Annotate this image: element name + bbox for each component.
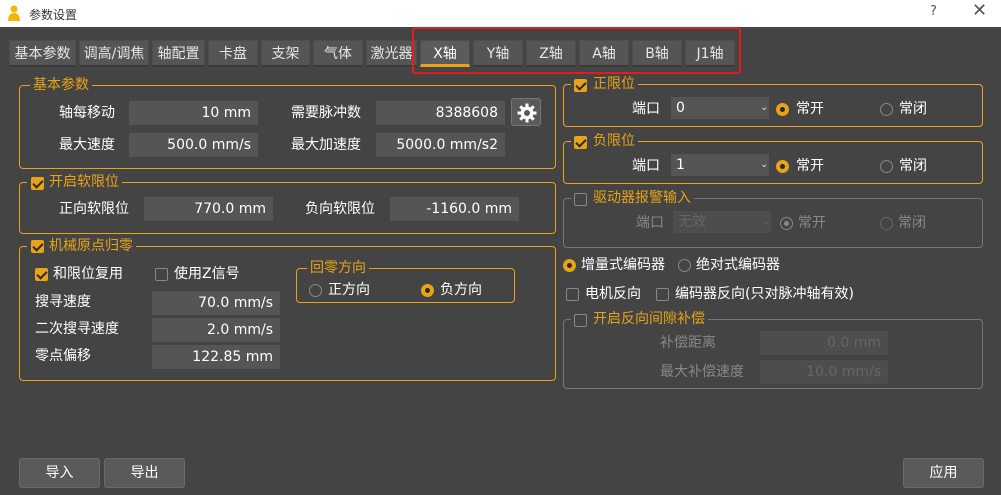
use-z-checkbox[interactable] bbox=[155, 268, 168, 281]
backlash-distance-field[interactable]: 0.0 mm bbox=[760, 331, 888, 355]
homing-checkbox[interactable] bbox=[31, 240, 44, 253]
driver-alarm-port-select[interactable]: 无效 bbox=[673, 211, 771, 233]
neg-limit-port-select[interactable]: 1 bbox=[671, 154, 769, 176]
pos-soft-limit-field[interactable]: 770.0 mm bbox=[144, 197, 273, 221]
search-speed-field[interactable]: 70.0 mm/s bbox=[152, 291, 280, 315]
incremental-encoder-radio[interactable] bbox=[563, 259, 576, 272]
neg-limit-nc-radio[interactable] bbox=[880, 160, 893, 173]
pos-limit-no-label: 常开 bbox=[796, 101, 824, 117]
encoder-reverse-checkbox[interactable] bbox=[656, 288, 669, 301]
help-button[interactable]: ? bbox=[930, 4, 937, 19]
neg-soft-limit-label: 负向软限位 bbox=[305, 201, 375, 217]
driver-alarm-legend: 驱动器报警输入 bbox=[571, 189, 694, 207]
pulses-field[interactable]: 8388608 bbox=[376, 101, 505, 125]
import-button[interactable]: 导入 bbox=[19, 458, 100, 488]
driver-alarm-nc-radio[interactable] bbox=[880, 217, 893, 230]
pos-limit-port-select[interactable]: 0 bbox=[671, 97, 769, 119]
tab-support[interactable]: 支架 bbox=[261, 40, 310, 67]
title-bar: 参数设置 ? ✕ bbox=[0, 0, 1001, 27]
max-accel-field[interactable]: 5000.0 mm/s2 bbox=[376, 133, 505, 157]
window-title: 参数设置 bbox=[29, 8, 78, 22]
neg-limit-port-label: 端口 bbox=[632, 158, 660, 174]
tab-gas[interactable]: 气体 bbox=[313, 40, 363, 67]
export-button[interactable]: 导出 bbox=[104, 458, 185, 488]
app-user-icon bbox=[8, 5, 20, 21]
neg-limit-no-label: 常开 bbox=[796, 158, 824, 174]
search-speed-label: 搜寻速度 bbox=[35, 294, 91, 310]
driver-alarm-checkbox[interactable] bbox=[574, 193, 587, 206]
second-speed-label: 二次搜寻速度 bbox=[35, 321, 119, 337]
backlash-distance-label: 补偿距离 bbox=[660, 335, 716, 351]
absolute-encoder-radio[interactable] bbox=[678, 259, 691, 272]
second-speed-field[interactable]: 2.0 mm/s bbox=[152, 318, 280, 342]
positive-direction-radio[interactable] bbox=[309, 284, 322, 297]
pulses-label: 需要脉冲数 bbox=[291, 105, 361, 121]
absolute-encoder-label: 绝对式编码器 bbox=[696, 257, 780, 273]
move-per-rev-label: 轴每移动 bbox=[59, 105, 115, 121]
pos-limit-port-label: 端口 bbox=[632, 101, 660, 117]
max-speed-label: 最大速度 bbox=[59, 137, 115, 153]
max-speed-field[interactable]: 500.0 mm/s bbox=[129, 133, 258, 157]
driver-alarm-no-label: 常开 bbox=[798, 215, 826, 231]
encoder-reverse-label: 编码器反向(只对脉冲轴有效) bbox=[675, 286, 854, 302]
homing-direction-legend: 回零方向 bbox=[307, 259, 369, 277]
apply-button[interactable]: 应用 bbox=[903, 458, 984, 488]
motor-reverse-label: 电机反向 bbox=[585, 286, 641, 302]
neg-limit-no-radio[interactable] bbox=[776, 160, 789, 173]
zero-offset-label: 零点偏移 bbox=[35, 348, 91, 364]
move-per-rev-field[interactable]: 10 mm bbox=[129, 101, 258, 125]
backlash-speed-label: 最大补偿速度 bbox=[660, 364, 744, 380]
chevron-down-icon: ⌄ bbox=[762, 216, 771, 227]
close-button[interactable]: ✕ bbox=[972, 0, 987, 21]
incremental-encoder-label: 增量式编码器 bbox=[581, 257, 665, 273]
tab-axis-config[interactable]: 轴配置 bbox=[152, 40, 205, 67]
positive-direction-label: 正方向 bbox=[328, 282, 370, 298]
max-accel-label: 最大加速度 bbox=[291, 137, 361, 153]
gear-icon bbox=[517, 103, 537, 123]
gear-button[interactable] bbox=[511, 98, 541, 126]
tab-chuck[interactable]: 卡盘 bbox=[208, 40, 258, 67]
tab-height-focus[interactable]: 调高/调焦 bbox=[79, 40, 149, 67]
driver-alarm-nc-label: 常闭 bbox=[898, 215, 926, 231]
motor-reverse-checkbox[interactable] bbox=[566, 288, 579, 301]
chevron-down-icon: ⌄ bbox=[760, 159, 769, 170]
pos-soft-limit-label: 正向软限位 bbox=[59, 201, 129, 217]
pos-limit-no-radio[interactable] bbox=[776, 103, 789, 116]
backlash-speed-field[interactable]: 10.0 mm/s bbox=[760, 360, 888, 384]
tab-laser[interactable]: 激光器 bbox=[366, 40, 417, 67]
use-z-label: 使用Z信号 bbox=[174, 266, 240, 282]
negative-direction-label: 负方向 bbox=[440, 282, 482, 298]
backlash-checkbox[interactable] bbox=[574, 314, 587, 327]
zero-offset-field[interactable]: 122.85 mm bbox=[152, 345, 280, 369]
neg-limit-nc-label: 常闭 bbox=[899, 158, 927, 174]
driver-alarm-no-radio[interactable] bbox=[780, 217, 793, 230]
neg-limit-checkbox[interactable] bbox=[574, 136, 587, 149]
pos-limit-nc-label: 常闭 bbox=[899, 101, 927, 117]
chevron-down-icon: ⌄ bbox=[760, 102, 769, 113]
backlash-legend: 开启反向间隙补偿 bbox=[571, 310, 708, 328]
driver-alarm-port-label: 端口 bbox=[636, 215, 664, 231]
negative-direction-radio[interactable] bbox=[421, 284, 434, 297]
tab-highlight-box bbox=[412, 27, 741, 74]
basic-params-legend: 基本参数 bbox=[30, 76, 92, 94]
reuse-limit-checkbox[interactable] bbox=[35, 268, 48, 281]
reuse-limit-label: 和限位复用 bbox=[53, 266, 123, 282]
soft-limit-checkbox[interactable] bbox=[31, 177, 44, 190]
neg-soft-limit-field[interactable]: -1160.0 mm bbox=[390, 197, 519, 221]
pos-limit-nc-radio[interactable] bbox=[880, 103, 893, 116]
tab-basic-params[interactable]: 基本参数 bbox=[9, 40, 76, 67]
pos-limit-checkbox[interactable] bbox=[574, 79, 587, 92]
